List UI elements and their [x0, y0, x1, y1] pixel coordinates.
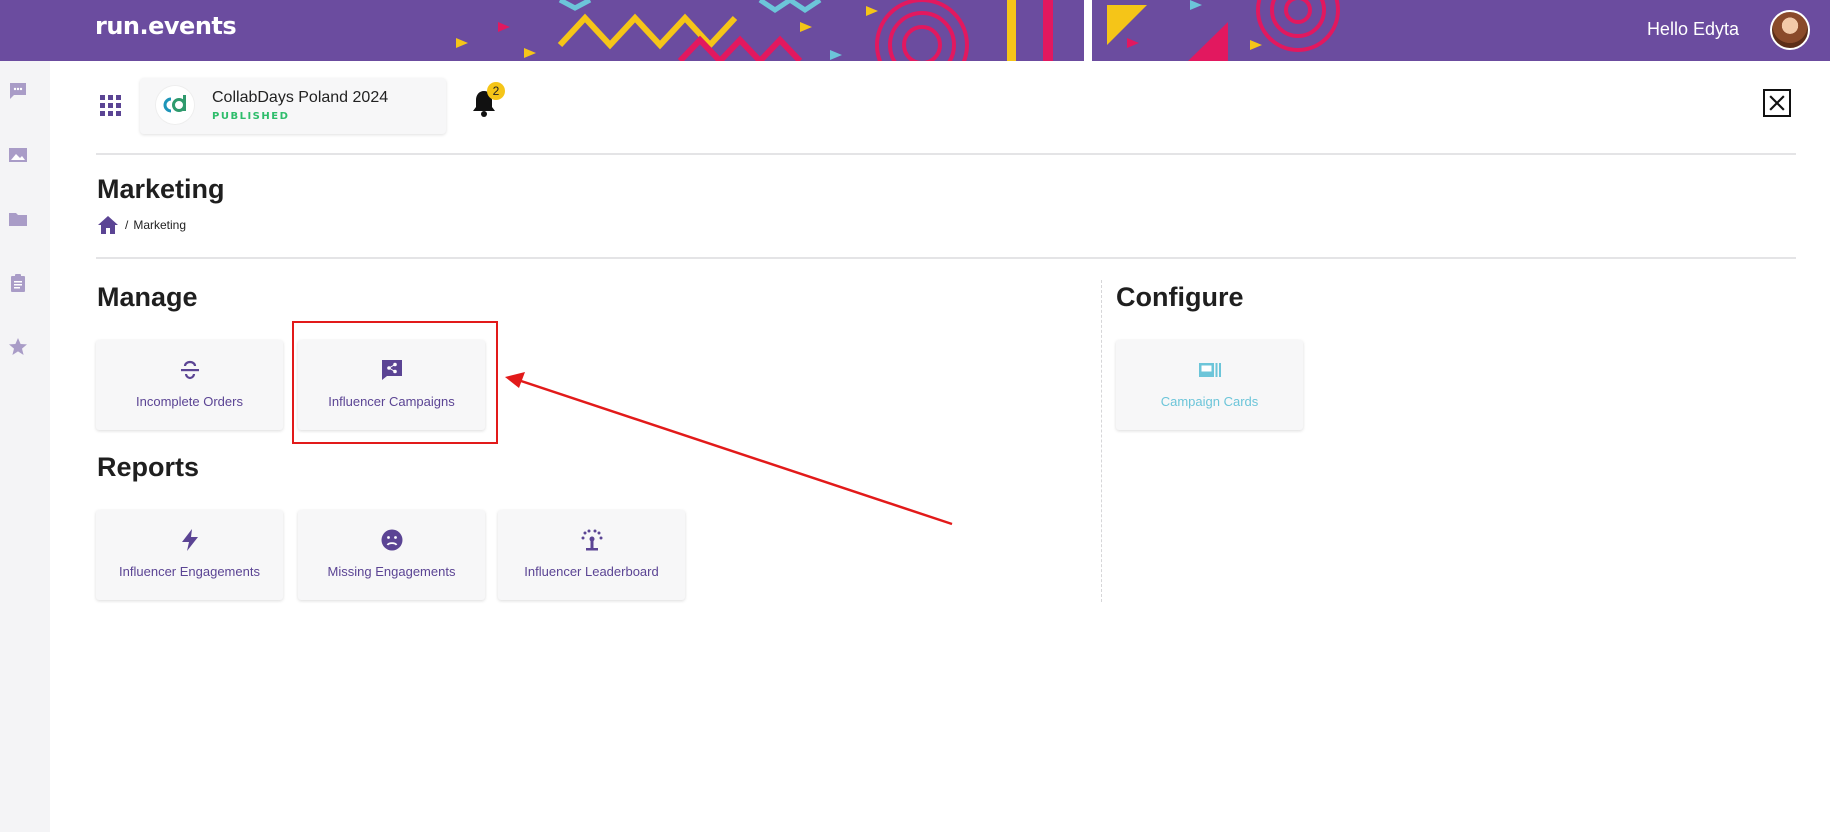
influencer-engagements-tile[interactable]: Influencer Engagements	[96, 510, 283, 600]
column-divider	[1101, 280, 1102, 602]
tile-label: Missing Engagements	[327, 564, 456, 579]
tile-label: Incomplete Orders	[136, 394, 243, 409]
header-decoration	[456, 0, 1340, 61]
user-avatar[interactable]	[1770, 10, 1810, 50]
fountain-icon	[581, 529, 602, 551]
page-title: Marketing	[97, 174, 225, 204]
missing-engagements-tile[interactable]: Missing Engagements	[298, 510, 485, 600]
close-icon[interactable]	[1763, 89, 1791, 117]
top-header: run.events Hello Edyta	[0, 0, 1830, 61]
clipboard-icon[interactable]	[8, 273, 28, 293]
star-icon[interactable]	[8, 337, 28, 357]
folder-icon[interactable]	[8, 209, 28, 229]
tile-label: Influencer Engagements	[119, 564, 260, 579]
breadcrumb-separator: /	[125, 218, 129, 232]
reports-section-title: Reports	[97, 452, 200, 482]
breadcrumb-current: Marketing	[133, 218, 187, 232]
configure-section-title: Configure	[1116, 282, 1244, 312]
section-divider	[96, 257, 1796, 259]
home-icon[interactable]	[97, 215, 119, 235]
annotation-highlight-box	[292, 321, 498, 444]
cards-icon	[1198, 363, 1221, 377]
notification-count-badge: 2	[487, 82, 505, 100]
event-selector[interactable]: CollabDays Poland 2024 PUBLISHED	[140, 78, 446, 134]
app-logo[interactable]: run.events	[95, 12, 237, 40]
event-status-badge: PUBLISHED	[212, 111, 290, 122]
user-greeting: Hello Edyta	[1646, 19, 1739, 39]
influencer-leaderboard-tile[interactable]: Influencer Leaderboard	[498, 510, 685, 600]
manage-section-title: Manage	[97, 282, 198, 312]
tile-label: Influencer Leaderboard	[524, 564, 659, 579]
top-divider	[96, 153, 1796, 155]
left-sidebar	[0, 61, 50, 832]
strikethrough-icon	[180, 360, 199, 380]
event-logo	[156, 86, 194, 124]
chat-icon[interactable]	[8, 81, 28, 101]
sad-face-icon	[381, 529, 402, 551]
lightning-icon	[181, 529, 198, 551]
tile-label: Campaign Cards	[1160, 394, 1259, 409]
campaign-cards-tile[interactable]: Campaign Cards	[1116, 340, 1303, 430]
incomplete-orders-tile[interactable]: Incomplete Orders	[96, 340, 283, 430]
breadcrumb: / Marketing	[97, 215, 186, 235]
apps-grid-icon[interactable]	[100, 95, 122, 117]
image-icon[interactable]	[8, 145, 28, 165]
event-name: CollabDays Poland 2024	[212, 89, 389, 106]
